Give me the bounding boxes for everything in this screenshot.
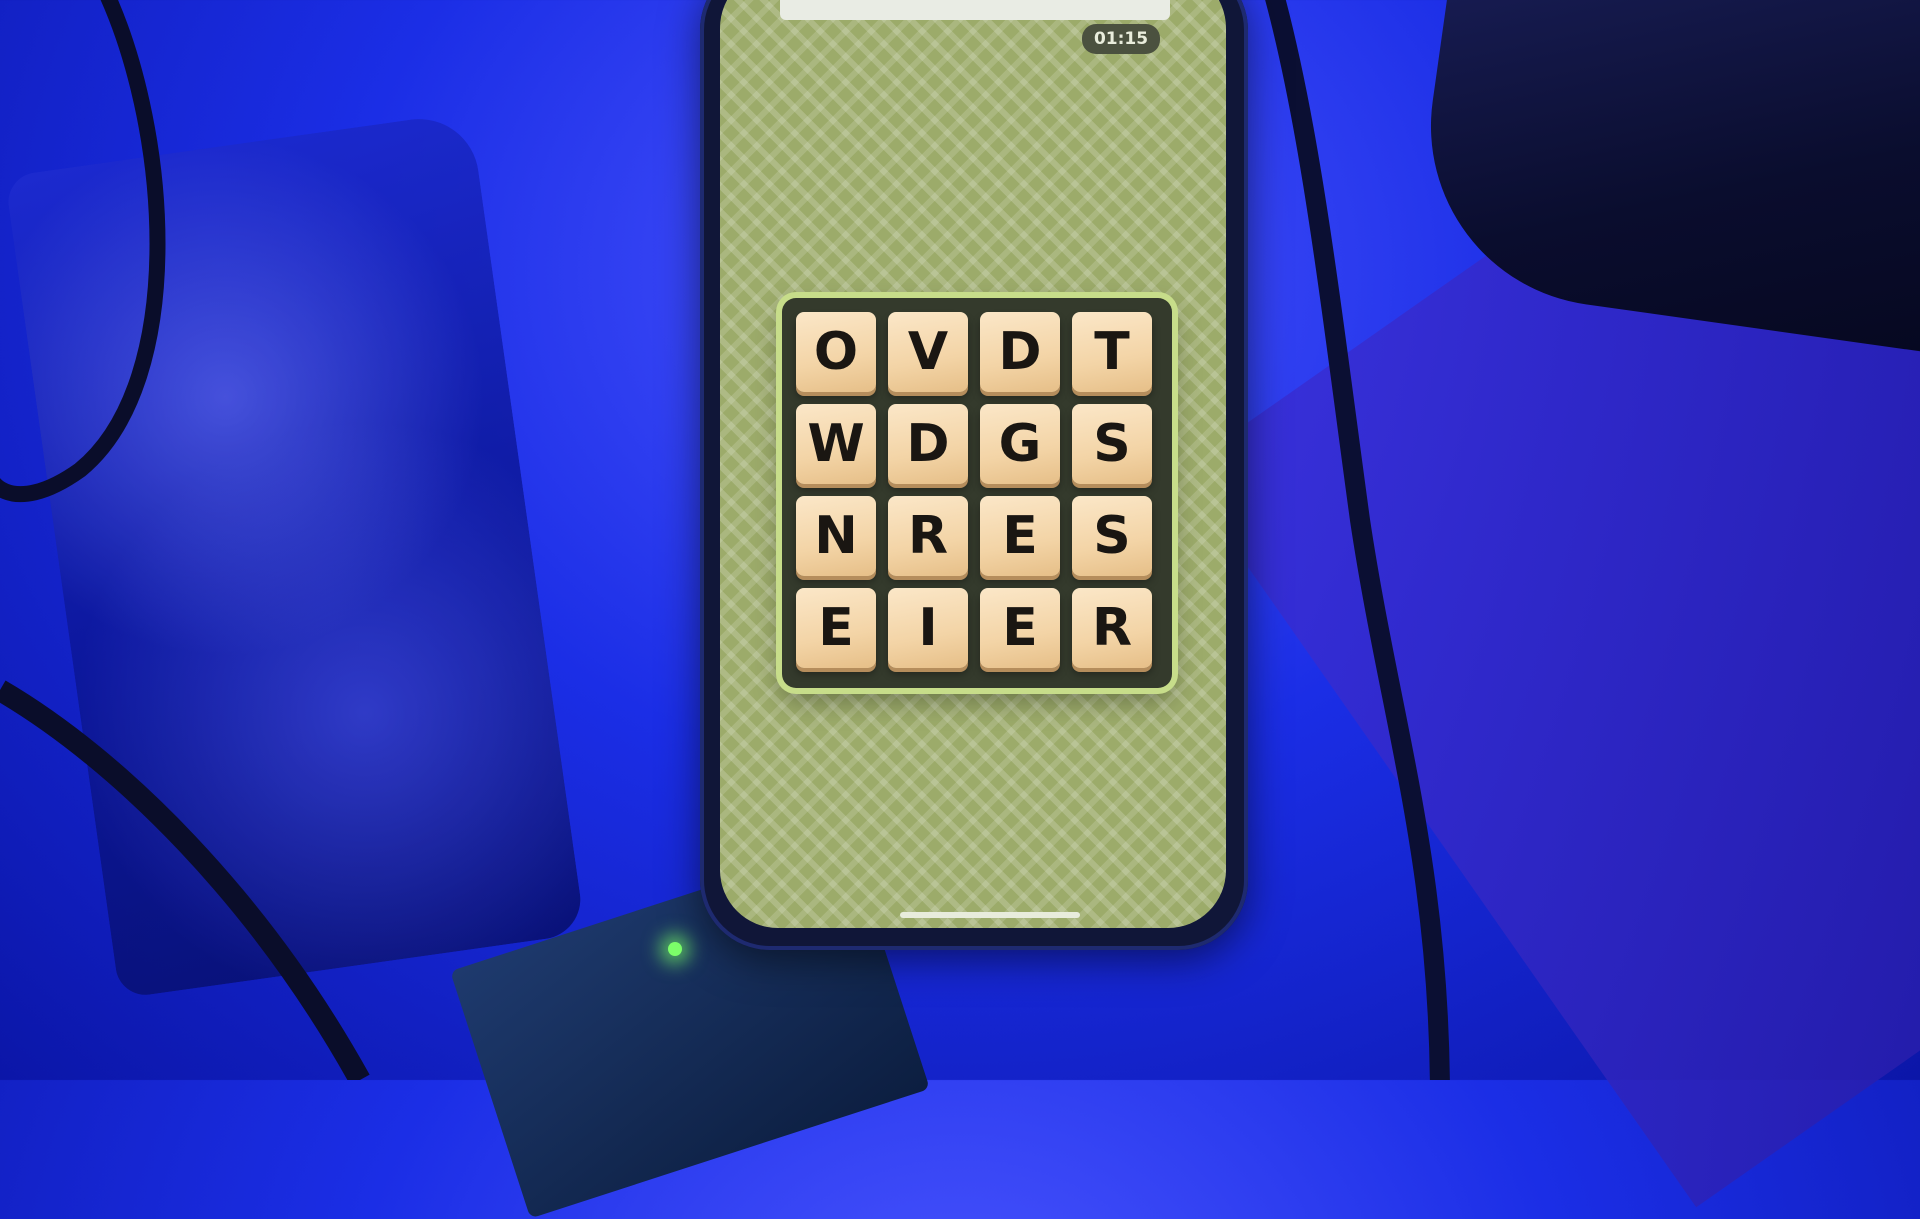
letter-tile[interactable]: G	[980, 404, 1060, 484]
letter-tile[interactable]: V	[888, 312, 968, 392]
top-banner	[780, 0, 1170, 20]
letter-tile[interactable]: S	[1072, 496, 1152, 576]
letter-tile[interactable]: D	[888, 404, 968, 484]
letter-tile[interactable]: N	[796, 496, 876, 576]
letter-tile[interactable]: I	[888, 588, 968, 668]
letter-tile[interactable]: S	[1072, 404, 1152, 484]
game-screen: 01:15 O V D T W D G S N R E S E I E R	[720, 0, 1226, 928]
letter-grid: O V D T W D G S N R E S E I E R	[782, 298, 1172, 688]
letter-tile[interactable]: E	[980, 496, 1060, 576]
countdown-timer: 01:15	[1082, 24, 1160, 54]
home-indicator[interactable]	[900, 912, 1080, 918]
right-cable	[1265, 0, 1450, 1080]
letter-tile[interactable]: T	[1072, 312, 1152, 392]
letter-tile[interactable]: R	[888, 496, 968, 576]
left-cable	[0, 0, 166, 503]
letter-tile[interactable]: O	[796, 312, 876, 392]
letter-tile[interactable]: D	[980, 312, 1060, 392]
letter-tile[interactable]: E	[980, 588, 1060, 668]
letter-tile[interactable]: W	[796, 404, 876, 484]
letter-tile[interactable]: E	[796, 588, 876, 668]
letter-tile[interactable]: R	[1072, 588, 1152, 668]
bottom-cable	[0, 680, 370, 1080]
